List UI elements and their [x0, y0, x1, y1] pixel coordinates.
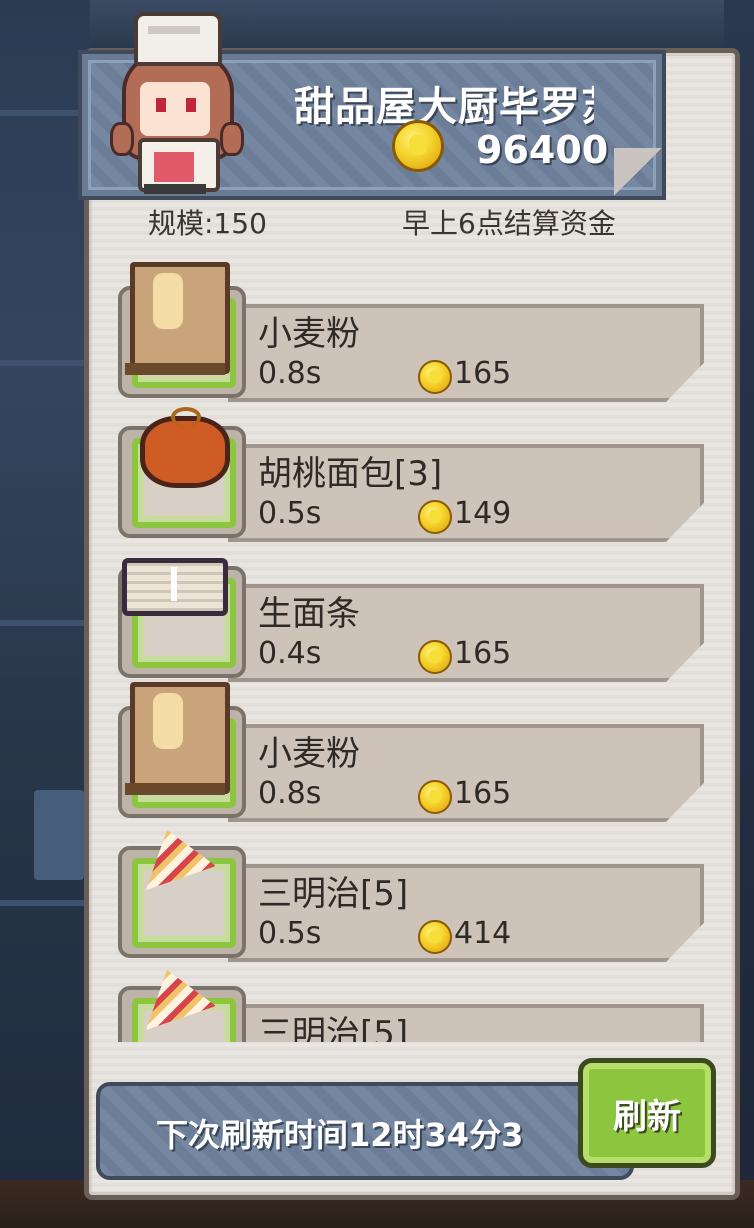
refresh-timer-bar: 下次刷新时间12时34分3 — [96, 1082, 634, 1180]
settlement-info-label: 早上6点结算资金 — [402, 207, 616, 240]
coin-icon — [418, 920, 452, 954]
flour-sack-icon — [125, 682, 230, 795]
item-price: 414 — [454, 916, 512, 951]
money-value: 96400 — [476, 128, 609, 172]
list-item[interactable]: 生面条 0.4s 165 — [108, 536, 708, 682]
coin-icon — [418, 500, 452, 534]
page-fold-decoration — [614, 148, 662, 196]
list-item[interactable]: 胡桃面包[3] 0.5s 149 — [108, 396, 708, 542]
coin-icon — [392, 120, 444, 172]
item-price: 165 — [454, 776, 512, 811]
list-item[interactable]: 三明治[5] — [108, 956, 708, 1042]
item-price: 149 — [454, 496, 512, 531]
chef-avatar — [108, 12, 244, 194]
coin-icon — [418, 780, 452, 814]
walnut-bread-icon — [140, 407, 230, 488]
item-name: 生面条 — [258, 594, 360, 634]
list-item[interactable]: 小麦粉 0.8s 165 — [108, 256, 708, 402]
item-time: 0.4s — [258, 636, 322, 671]
list-item[interactable]: 三明治[5] 0.5s 414 — [108, 816, 708, 962]
item-name: 胡桃面包[3] — [258, 454, 443, 494]
coin-icon — [418, 640, 452, 674]
item-time: 0.8s — [258, 776, 322, 811]
refresh-button-label: 刷新 — [613, 1097, 681, 1137]
flour-sack-icon — [125, 262, 230, 375]
raw-noodles-icon — [122, 558, 228, 616]
shop-title: 甜品屋大厨毕罗苏 — [294, 84, 594, 130]
background-decoration — [34, 790, 84, 880]
recipe-list[interactable]: 小麦粉 0.8s 165 胡桃面包[3] 0.5s 149 生面条 0.4s 1… — [108, 256, 708, 1042]
item-time: 0.5s — [258, 916, 322, 951]
item-name: 三明治[5] — [258, 874, 409, 914]
shop-scale-label: 规模:150 — [148, 207, 267, 240]
item-name: 小麦粉 — [258, 734, 360, 774]
background-left — [0, 0, 90, 1228]
list-item[interactable]: 小麦粉 0.8s 165 — [108, 676, 708, 822]
item-time: 0.5s — [258, 496, 322, 531]
chef-hat-icon — [134, 12, 222, 66]
item-price: 165 — [454, 636, 512, 671]
item-name: 小麦粉 — [258, 314, 360, 354]
refresh-timer-text: 下次刷新时间12时34分3 — [156, 1116, 524, 1154]
refresh-button[interactable]: 刷新 — [578, 1058, 716, 1168]
item-price: 165 — [454, 356, 512, 391]
item-name: 三明治[5] — [258, 1014, 409, 1042]
item-time: 0.8s — [258, 356, 322, 391]
coin-icon — [418, 360, 452, 394]
